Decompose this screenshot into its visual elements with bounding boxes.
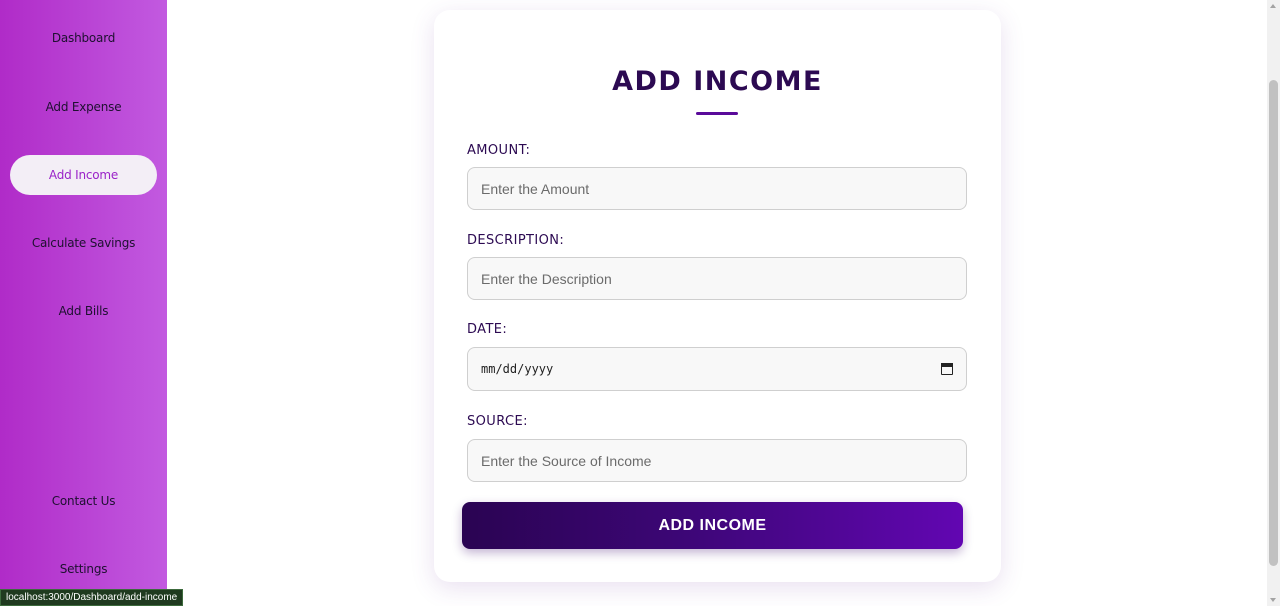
sidebar-item-calculate-savings[interactable]: Calculate Savings [10,223,157,263]
page-scrollbar[interactable] [1267,0,1280,606]
title-underline [696,112,738,115]
description-label: DESCRIPTION: [467,233,565,248]
source-label: SOURCE: [467,414,528,429]
scroll-down-arrow-icon[interactable] [1270,598,1276,602]
sidebar-item-add-income[interactable]: Add Income [10,155,157,195]
description-input[interactable] [467,257,967,300]
page-title: ADD INCOME [612,66,823,97]
date-input[interactable]: mm/dd/yyyy [467,347,967,391]
date-label: DATE: [467,322,508,337]
sidebar-item-settings[interactable]: Settings [10,549,157,589]
sidebar: Dashboard Add Expense Add Income Calcula… [0,0,167,606]
sidebar-item-add-expense[interactable]: Add Expense [10,87,157,127]
calendar-icon[interactable] [941,363,953,375]
source-input[interactable] [467,439,967,482]
status-bar-url: localhost:3000/Dashboard/add-income [0,589,184,606]
add-income-card: ADD INCOME AMOUNT: DESCRIPTION: DATE: mm… [434,10,1001,582]
date-placeholder[interactable]: mm/dd/yyyy [481,362,941,376]
sidebar-item-contact-us[interactable]: Contact Us [10,481,157,521]
scroll-up-arrow-icon[interactable] [1270,4,1276,8]
amount-label: AMOUNT: [467,143,531,158]
add-income-button[interactable]: ADD INCOME [462,502,963,549]
scroll-thumb[interactable] [1269,80,1278,566]
sidebar-item-dashboard[interactable]: Dashboard [10,18,157,58]
sidebar-item-add-bills[interactable]: Add Bills [10,291,157,331]
amount-input[interactable] [467,167,967,210]
